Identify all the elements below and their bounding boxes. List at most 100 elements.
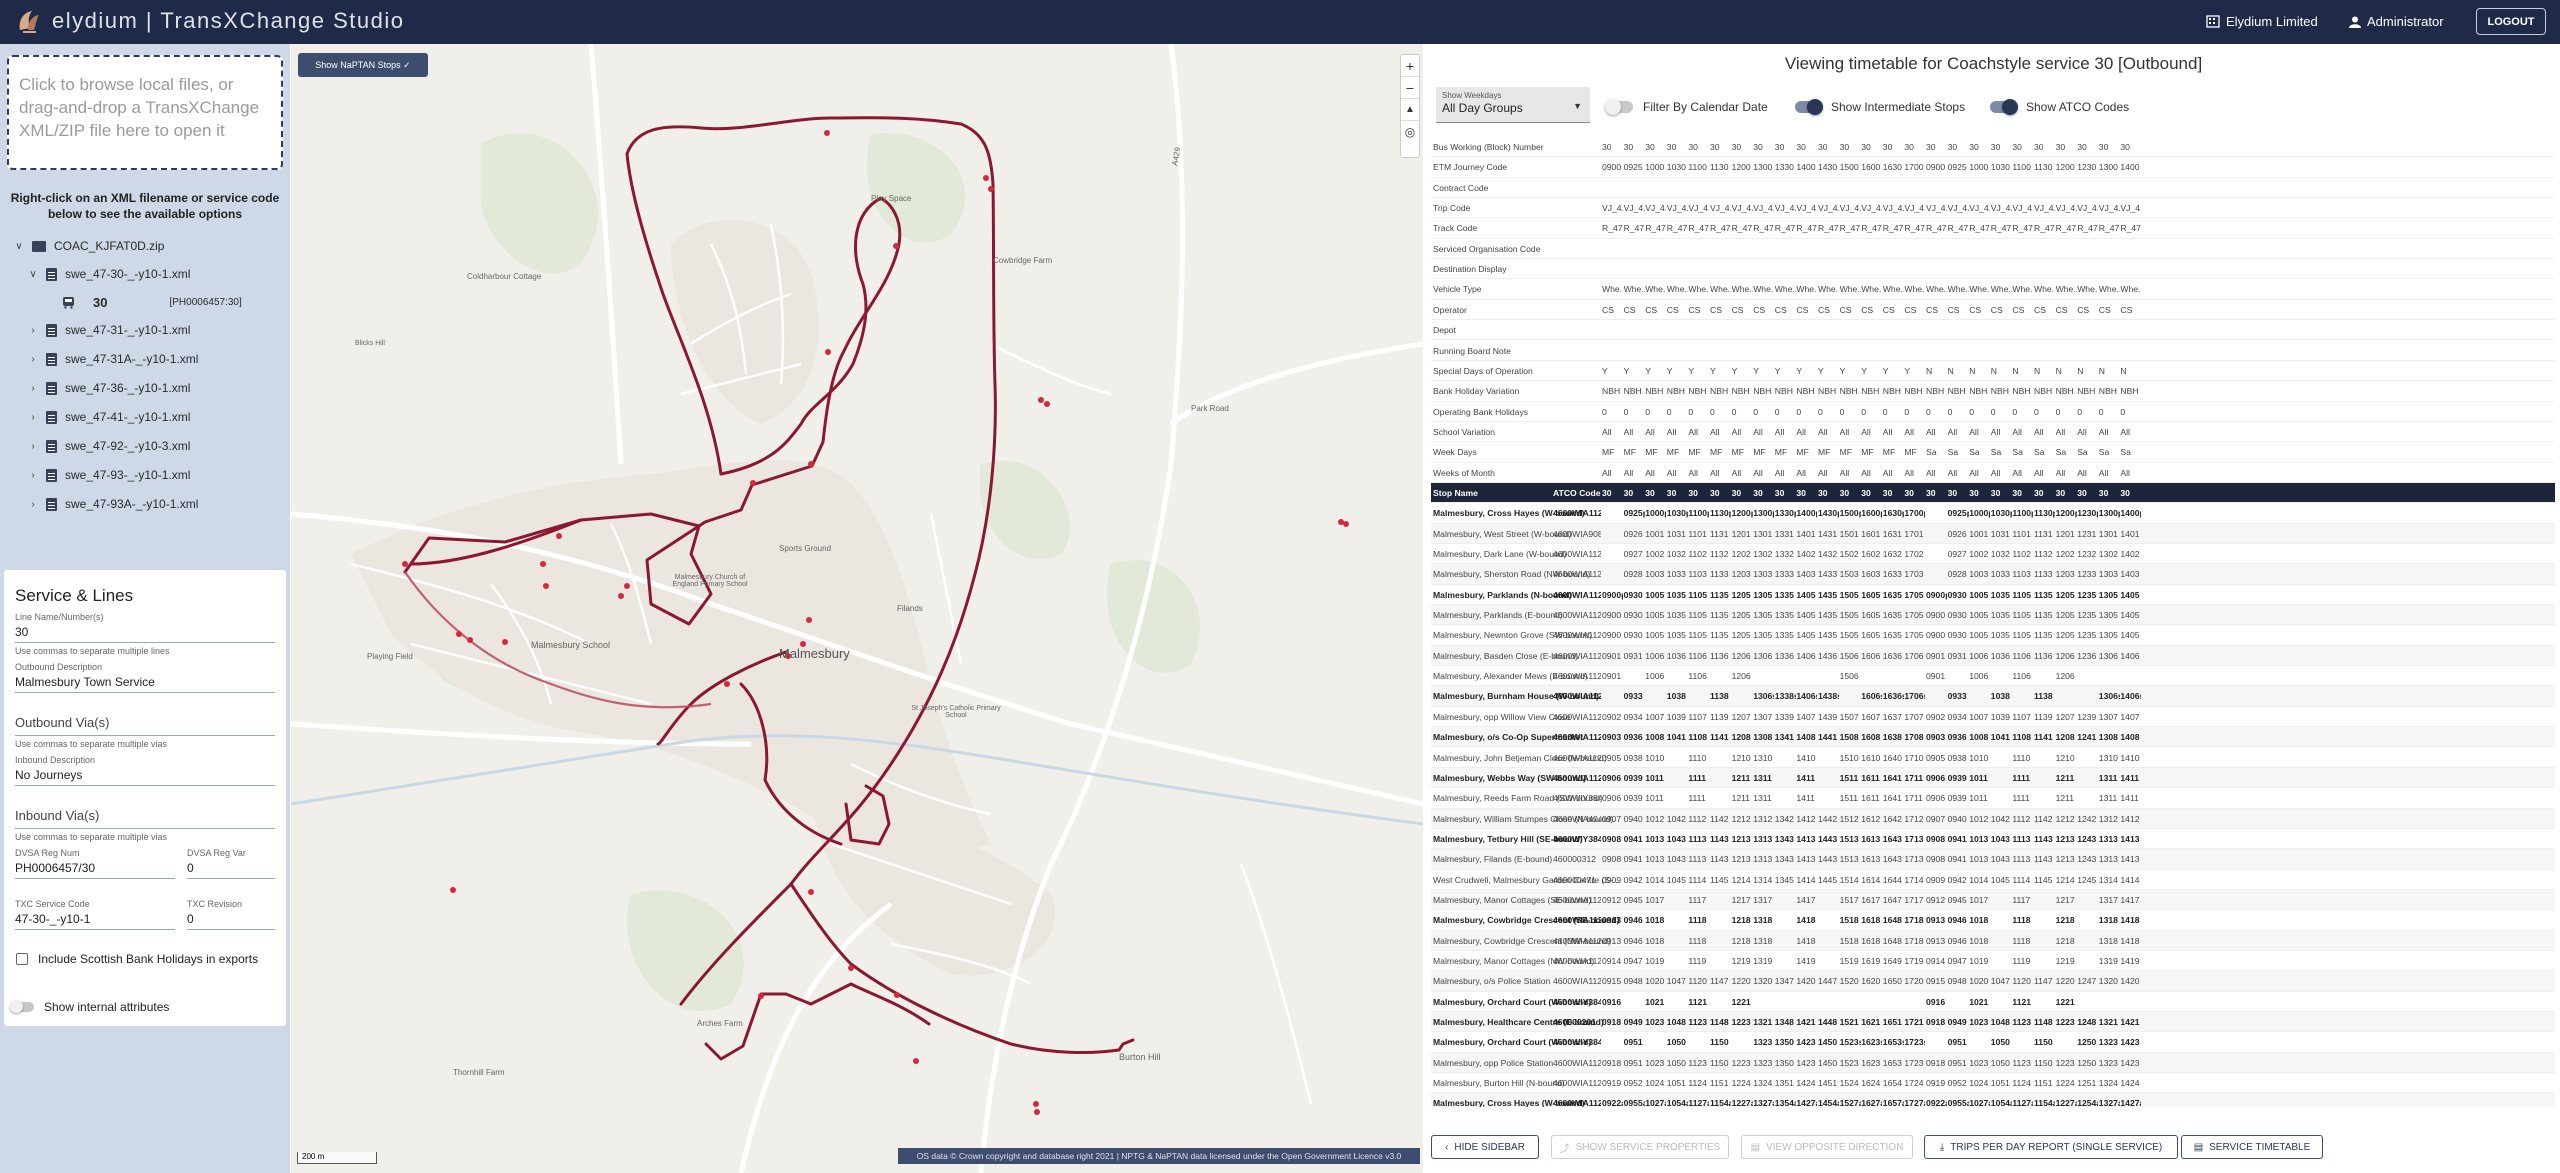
time-cell[interactable]: 1133 [2034,569,2055,579]
time-cell[interactable]: MF [1667,447,1688,457]
time-cell[interactable]: 1711 [1904,793,1925,803]
time-cell[interactable]: Whe... [1861,284,1882,294]
time-cell[interactable]: 1630p [1883,508,1904,518]
time-cell[interactable]: 1335 [1775,610,1796,620]
time-cell[interactable]: Whe... [1818,284,1839,294]
time-cell[interactable]: 30 [1904,142,1925,152]
time-cell[interactable]: Sa [1926,447,1947,457]
time-cell[interactable]: 1714 [1904,875,1925,885]
time-cell[interactable]: MF [1904,447,1925,457]
time-cell[interactable]: 1105 [1688,610,1709,620]
time-cell[interactable]: 1720 [1904,976,1925,986]
time-cell[interactable]: MF [1861,447,1882,457]
time-cell[interactable]: 0 [1710,407,1731,417]
time-cell[interactable]: 1401 [1796,529,1817,539]
time-cell[interactable]: 1050 [1991,1037,2012,1047]
time-cell[interactable]: 1408 [1796,732,1817,742]
time-cell[interactable]: 1618 [1861,936,1882,946]
time-cell[interactable]: 1603 [1861,569,1882,579]
time-cell[interactable]: CS [1645,305,1666,315]
time-cell[interactable]: CS [1667,305,1688,315]
time-cell[interactable]: 0912 [1602,895,1623,905]
time-cell[interactable]: CS [2120,305,2141,315]
time-cell[interactable]: 1212 [1732,814,1753,824]
time-cell[interactable]: 1305 [2099,590,2120,600]
time-cell[interactable]: 1010 [1645,753,1666,763]
time-cell[interactable]: 0926 [1624,529,1645,539]
time-cell[interactable]: VJ_4... [2012,203,2033,213]
time-cell[interactable]: 1217 [1732,895,1753,905]
time-cell[interactable]: All [1753,468,1774,478]
time-cell[interactable]: 1111 [2012,773,2033,783]
time-cell[interactable]: 1200p [2056,508,2077,518]
time-cell[interactable]: 1003 [1645,569,1666,579]
time-cell[interactable]: 1518 [1840,915,1861,925]
time-cell[interactable]: 1424 [1796,1078,1817,1088]
time-cell[interactable]: 1154a [2034,1098,2055,1107]
time-cell[interactable]: 1605 [1861,610,1882,620]
time-cell[interactable]: 1642 [1883,814,1904,824]
time-cell[interactable]: 0908 [1926,834,1947,844]
time-cell[interactable]: 1330 [1775,162,1796,172]
time-cell[interactable]: 1406s [2120,691,2141,701]
time-cell[interactable]: MF [1624,447,1645,457]
time-cell[interactable]: 1640 [1883,753,1904,763]
time-cell[interactable]: 1013 [1969,834,1990,844]
time-cell[interactable]: 1433 [1818,569,1839,579]
time-cell[interactable]: All [1969,427,1990,437]
time-cell[interactable]: 1412 [2120,814,2141,824]
time-cell[interactable]: 0949 [1624,1017,1645,1027]
time-cell[interactable]: 1013 [1645,854,1666,864]
time-cell[interactable]: 1220 [1732,976,1753,986]
time-cell[interactable]: All [1710,468,1731,478]
time-cell[interactable]: 1038 [1991,691,2012,701]
time-cell[interactable]: 1435 [1818,590,1839,600]
time-cell[interactable]: 1612 [1861,814,1882,824]
time-cell[interactable]: 1402 [2120,549,2141,559]
time-cell[interactable]: 1032 [1667,549,1688,559]
show-naptan-stops-button[interactable]: Show NaPTAN Stops ✓ [298,53,428,77]
time-cell[interactable]: CS [1796,305,1817,315]
time-cell[interactable]: 0913 [1926,936,1947,946]
time-cell[interactable]: 1010 [1969,753,1990,763]
time-cell[interactable]: 0939 [1624,793,1645,803]
line-input[interactable]: 30 [15,622,275,643]
time-cell[interactable]: All [2099,427,2120,437]
time-cell[interactable]: 1100 [1688,162,1709,172]
time-cell[interactable]: 1653s [1883,1037,1904,1047]
time-cell[interactable]: 1233 [2077,569,2098,579]
time-cell[interactable]: 1018 [1645,936,1666,946]
time-cell[interactable]: 1623 [1861,1058,1882,1068]
time-cell[interactable]: All [1991,468,2012,478]
time-cell[interactable]: 1005 [1645,630,1666,640]
time-cell[interactable]: 1436 [1818,651,1839,661]
time-cell[interactable]: 1214 [1732,875,1753,885]
time-cell[interactable]: 1113 [2012,854,2033,864]
time-cell[interactable]: All [2077,468,2098,478]
time-cell[interactable]: 1135 [2034,590,2055,600]
time-cell[interactable]: 1300p [2099,508,2120,518]
time-cell[interactable]: 30 [1926,488,1947,498]
time-cell[interactable]: 1019 [1969,956,1990,966]
toggle-atco-codes[interactable]: Show ATCO Codes [1990,99,2129,115]
time-cell[interactable]: Whe... [1624,284,1645,294]
time-cell[interactable]: 1311 [1753,793,1774,803]
show-service-properties-button[interactable]: ⤴ SHOW SERVICE PROPERTIES [1551,1135,1729,1159]
time-cell[interactable]: 1607 [1861,712,1882,722]
time-cell[interactable]: 1041 [1991,732,2012,742]
time-cell[interactable]: 1718 [1904,936,1925,946]
tree-file[interactable]: › swe_47-31A-_-y10-1.xml [28,349,198,369]
time-cell[interactable]: 1136 [1710,651,1731,661]
time-cell[interactable]: 1103 [1688,569,1709,579]
time-cell[interactable]: 1221 [1732,997,1753,1007]
time-cell[interactable]: 1503 [1840,569,1861,579]
time-cell[interactable]: 1708 [1904,732,1925,742]
time-cell[interactable]: 1405 [1796,630,1817,640]
time-cell[interactable]: 1400 [2120,162,2141,172]
time-cell[interactable]: Y [1861,366,1882,376]
time-cell[interactable]: Y [1753,366,1774,376]
time-cell[interactable]: All [1948,468,1969,478]
time-cell[interactable]: 1511 [1840,773,1861,783]
time-cell[interactable]: 30 [1948,142,1969,152]
time-cell[interactable]: 0903 [1926,732,1947,742]
